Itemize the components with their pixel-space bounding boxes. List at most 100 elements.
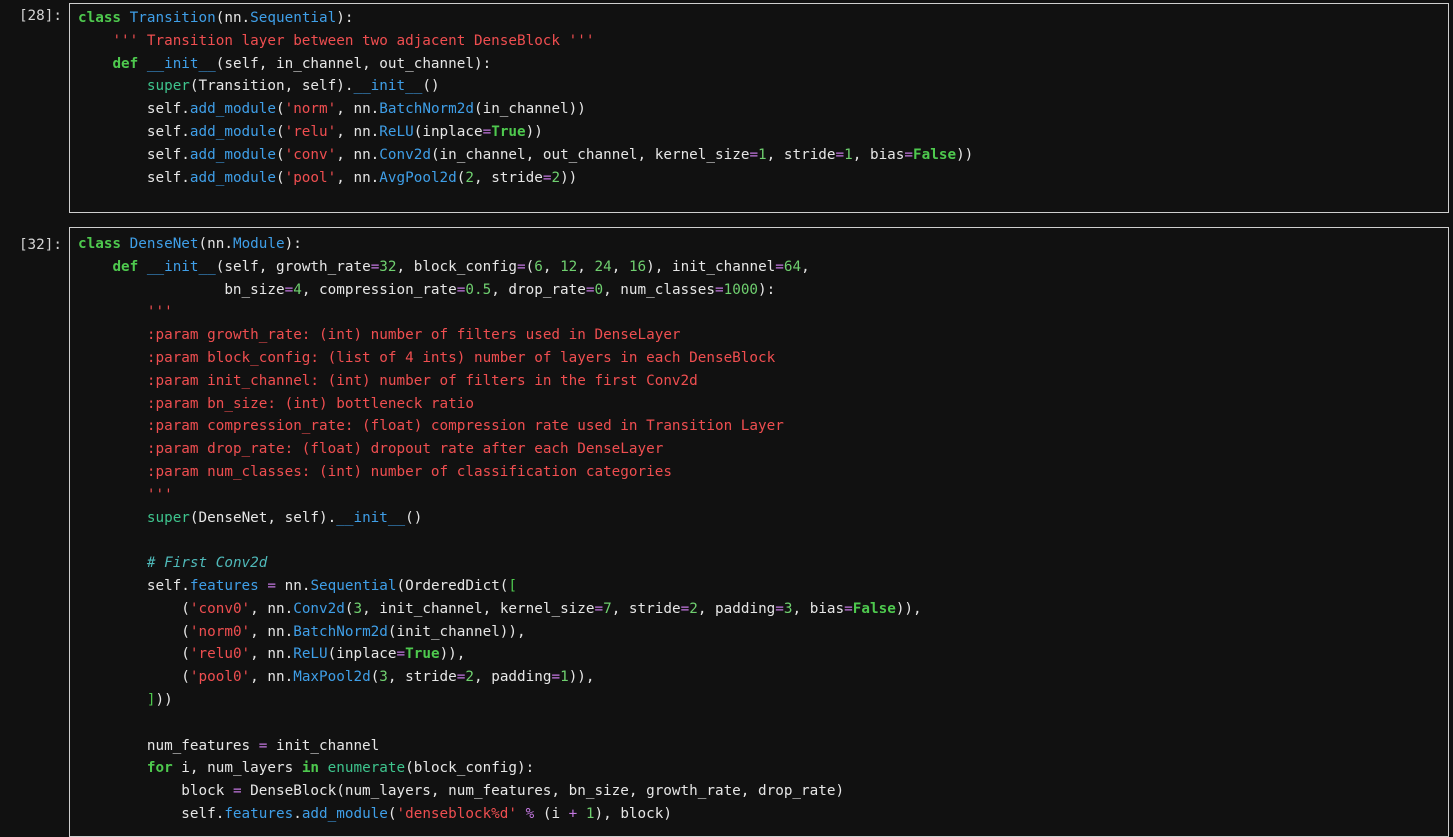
code-token: 6 [534, 258, 543, 275]
code-token: )), [568, 669, 595, 686]
code-token: (in_channel)) [473, 101, 586, 118]
code-token: , block_config [396, 258, 518, 275]
code-token: 'conv' [284, 146, 337, 163]
code-token: DenseNet [129, 236, 199, 252]
code-token: ), block) [594, 805, 672, 822]
code-token: , stride [766, 146, 836, 163]
code-token: (in_channel, out_channel, kernel_size [430, 146, 750, 163]
code-token: self. [78, 577, 190, 594]
code-token: 2 [551, 169, 561, 186]
code-cell-densenet[interactable]: class DenseNet(nn.Module): def __init__(… [69, 227, 1449, 837]
code-token: def [112, 55, 139, 72]
code-token: MaxPool2d [293, 669, 371, 686]
code-token: :param block_config: (list of 4 ints) nu… [146, 349, 776, 366]
code-line: ('relu0', nn.ReLU(inplace=True)), [78, 643, 1440, 666]
code-token: enumerate [327, 760, 406, 777]
code-line: class Transition(nn.Sequential): [78, 7, 1440, 30]
code-token: AvgPool2d [379, 169, 457, 186]
code-line: :param init_channel: (int) number of fil… [78, 370, 1440, 393]
code-token: (DenseNet, self). [189, 509, 337, 526]
code-token: 2 [465, 669, 474, 686]
code-line: for i, num_layers in enumerate(block_con… [78, 757, 1440, 780]
code-token: , bias [792, 600, 845, 617]
code-token: (nn. [215, 10, 251, 26]
code-line: block = DenseBlock(num_layers, num_featu… [78, 780, 1440, 803]
code-token: = [232, 783, 242, 800]
code-token: add_module [189, 123, 276, 140]
code-token: )) [956, 146, 974, 163]
code-line: :param num_classes: (int) number of clas… [78, 461, 1440, 484]
code-line: ('conv0', nn.Conv2d(3, init_channel, ker… [78, 598, 1440, 621]
code-token: = [551, 669, 561, 686]
code-token: 'conv0' [189, 600, 251, 617]
code-token: num_features [78, 737, 259, 754]
code-token: 3 [379, 669, 388, 686]
code-token: add_module [189, 169, 276, 186]
code-token: Conv2d [293, 600, 345, 617]
code-token: # First Conv2d [146, 555, 268, 572]
code-line: def __init__(self, growth_rate=32, block… [78, 256, 1440, 279]
code-token: __init__ [336, 509, 406, 526]
code-token: nn. [276, 577, 311, 594]
code-line: self.features = nn.Sequential(OrderedDic… [78, 575, 1440, 598]
code-line: ('pool0', nn.MaxPool2d(3, stride=2, padd… [78, 666, 1440, 689]
code-token: True [405, 646, 440, 663]
code-token: , stride [387, 669, 457, 686]
code-editor[interactable]: class DenseNet(nn.Module): def __init__(… [70, 228, 1448, 826]
code-token: def [112, 258, 139, 275]
code-token: ReLU [293, 646, 328, 663]
code-token: , nn. [336, 123, 380, 140]
code-line: self.features.add_module('denseblock%d' … [78, 803, 1440, 826]
code-token: ( [275, 169, 285, 186]
code-line: ''' Transition layer between two adjacen… [78, 30, 1440, 53]
code-token: 'denseblock%d' [396, 805, 518, 822]
code-token: , nn. [336, 101, 380, 118]
code-token: Sequential [250, 10, 337, 26]
code-token: 0 [594, 281, 604, 298]
code-token: [ [508, 577, 518, 594]
code-token: 4 [293, 281, 302, 298]
code-token: = [396, 646, 406, 663]
code-token: = [775, 258, 784, 275]
code-token: )) [560, 169, 578, 186]
code-token: () [422, 78, 440, 95]
code-token: 1 [560, 669, 569, 686]
code-token: )) [525, 123, 543, 140]
code-token: = [267, 577, 276, 594]
code-token: = [835, 146, 845, 163]
code-token: :param bn_size: (int) bottleneck ratio [146, 395, 474, 412]
code-editor[interactable]: class Transition(nn.Sequential): ''' Tra… [70, 4, 1448, 212]
code-token: (Transition, self). [189, 78, 354, 95]
code-token: ( [78, 646, 190, 663]
code-token: 'pool0' [189, 669, 251, 686]
code-token: False [852, 600, 896, 617]
code-line: self.add_module('pool', nn.AvgPool2d(2, … [78, 167, 1440, 190]
code-cell-transition[interactable]: class Transition(nn.Sequential): ''' Tra… [69, 3, 1449, 213]
code-token: ''' Transition layer between two adjacen… [112, 32, 595, 49]
code-token: ( [275, 101, 285, 118]
code-token: :param drop_rate: (float) dropout rate a… [146, 441, 664, 458]
code-token: False [913, 146, 957, 163]
code-token: 24 [594, 258, 612, 275]
code-line: :param block_config: (list of 4 ints) nu… [78, 347, 1440, 370]
code-token: ( [275, 123, 285, 140]
code-token: , nn. [250, 669, 294, 686]
code-token: ''' [146, 486, 173, 503]
code-line: def __init__(self, in_channel, out_chann… [78, 53, 1440, 76]
code-line: :param growth_rate: (int) number of filt… [78, 324, 1440, 347]
code-token: __init__ [353, 78, 423, 95]
code-token: , bias [852, 146, 905, 163]
code-token: 'relu' [284, 123, 337, 140]
code-line: ('norm0', nn.BatchNorm2d(init_channel)), [78, 621, 1440, 644]
